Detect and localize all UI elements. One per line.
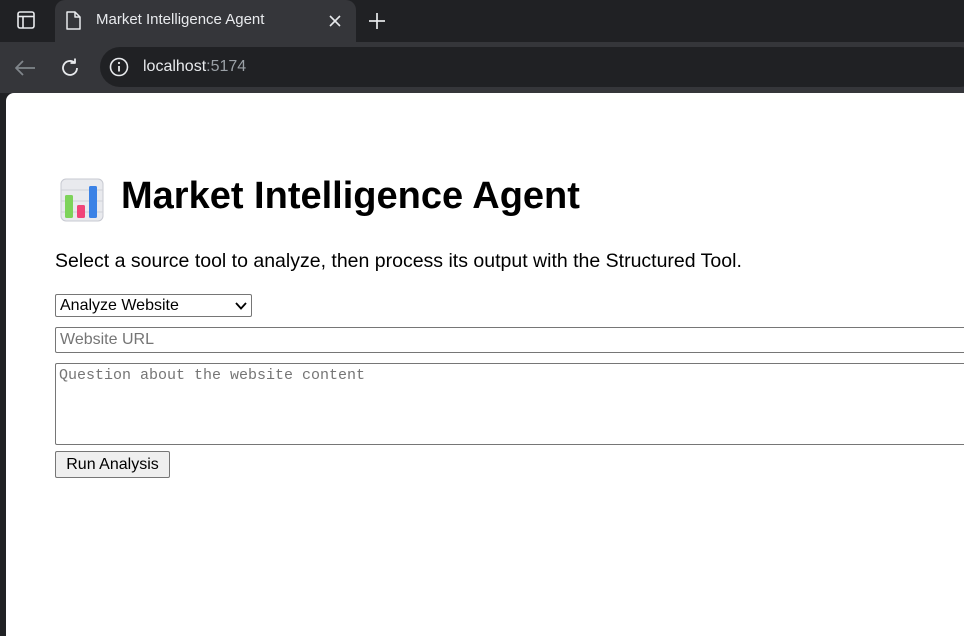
run-analysis-button[interactable]: Run Analysis: [55, 451, 170, 478]
url-port: :5174: [206, 58, 247, 75]
back-button[interactable]: [11, 54, 39, 82]
bar-chart-icon: [60, 178, 104, 222]
chevron-down-icon: [235, 301, 247, 310]
page-title: Market Intelligence Agent: [121, 175, 580, 217]
tab-title: Market Intelligence Agent: [96, 11, 265, 28]
info-icon[interactable]: [109, 57, 129, 77]
new-tab-button[interactable]: [364, 8, 390, 34]
reload-button[interactable]: [56, 54, 84, 82]
close-icon[interactable]: [325, 11, 345, 31]
browser-toolbar: localhost:5174: [0, 42, 964, 93]
source-tool-select[interactable]: Analyze Website: [55, 294, 252, 317]
plus-icon: [369, 13, 385, 29]
url-text: localhost:5174: [143, 58, 246, 76]
back-arrow-icon: [15, 60, 35, 76]
question-input[interactable]: [55, 363, 964, 445]
document-icon: [65, 11, 83, 31]
source-tool-selected: Analyze Website: [60, 296, 179, 314]
address-bar[interactable]: localhost:5174: [100, 47, 964, 87]
reload-icon: [62, 58, 78, 76]
website-url-input[interactable]: [55, 327, 964, 353]
tab-search-icon[interactable]: [12, 8, 40, 32]
tab-strip: Market Intelligence Agent: [0, 0, 964, 42]
page-description: Select a source tool to analyze, then pr…: [55, 250, 742, 272]
page-viewport: Market Intelligence Agent Select a sourc…: [6, 93, 964, 636]
tab-active[interactable]: Market Intelligence Agent: [55, 0, 356, 42]
url-host: localhost: [143, 58, 207, 75]
